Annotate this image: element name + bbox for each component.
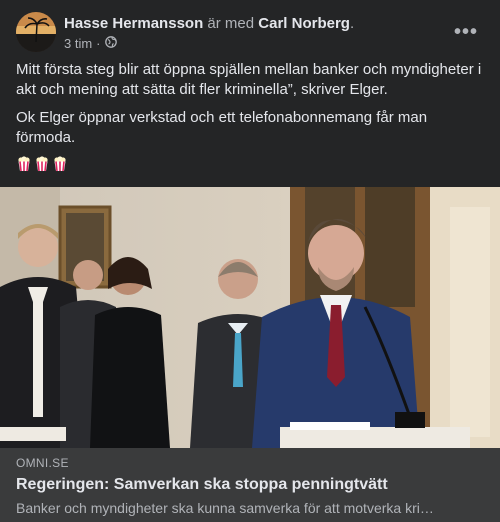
period: . bbox=[349, 15, 355, 32]
popcorn-emoji bbox=[34, 156, 50, 172]
tagged-name[interactable]: Carl Norberg bbox=[258, 15, 350, 32]
link-preview-image[interactable] bbox=[0, 187, 500, 448]
post-time[interactable]: 3 tim bbox=[64, 35, 92, 52]
facebook-post: Hasse Hermansson är med Carl Norberg. 3 … bbox=[0, 0, 500, 522]
more-options-icon[interactable]: ••• bbox=[448, 18, 484, 46]
post-paragraph-2: Ok Elger öppnar verkstad och ett telefon… bbox=[16, 109, 428, 146]
author-name[interactable]: Hasse Hermansson bbox=[64, 15, 203, 32]
meta-separator: · bbox=[96, 36, 101, 51]
link-title[interactable]: Regeringen: Samverkan ska stoppa penning… bbox=[16, 476, 388, 494]
popcorn-emoji bbox=[52, 156, 68, 172]
author-avatar[interactable] bbox=[16, 12, 56, 52]
with-text: är med bbox=[207, 15, 255, 32]
post-meta: 3 tim · bbox=[64, 35, 354, 52]
post-header: Hasse Hermansson är med Carl Norberg. 3 … bbox=[16, 12, 484, 54]
link-description: Banker och myndigheter ska kunna samverk… bbox=[16, 500, 434, 516]
popcorn-emoji bbox=[16, 156, 32, 172]
post-author-line: Hasse Hermansson är med Carl Norberg. bbox=[64, 14, 354, 33]
post-text: Mitt första steg blir att öppna spjällen… bbox=[16, 60, 488, 172]
link-domain: OMNI.SE bbox=[16, 456, 69, 470]
emoji-row bbox=[16, 156, 488, 172]
globe-icon bbox=[104, 35, 117, 52]
link-preview[interactable]: OMNI.SE Regeringen: Samverkan ska stoppa… bbox=[0, 448, 500, 522]
post-paragraph-1: Mitt första steg blir att öppna spjällen… bbox=[16, 61, 482, 98]
